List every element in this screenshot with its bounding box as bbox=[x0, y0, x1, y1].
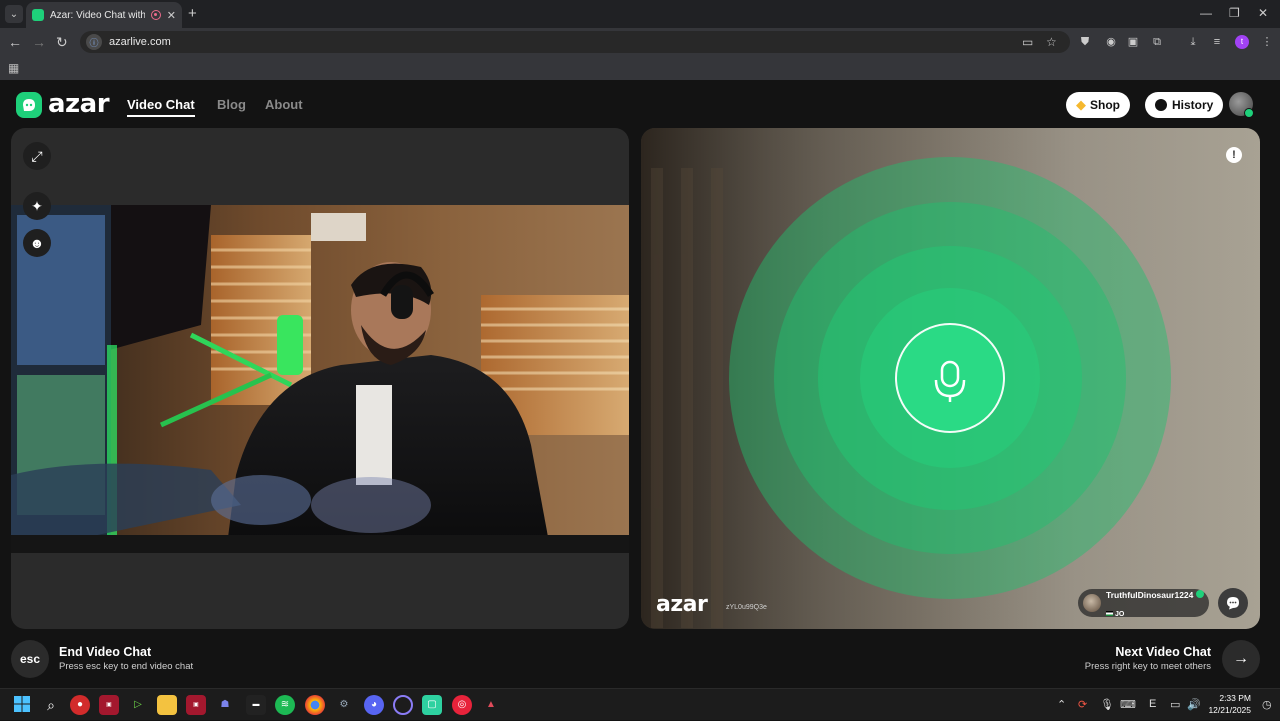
settings-gear-icon[interactable]: ⚙ bbox=[334, 695, 354, 715]
teams-icon[interactable]: ☗ bbox=[215, 695, 235, 715]
gem-icon: ◆ bbox=[1076, 97, 1086, 112]
extension-icon[interactable]: ◉ bbox=[1104, 35, 1118, 49]
downloads-icon[interactable]: ⤓ bbox=[1186, 35, 1200, 49]
address-bar[interactable]: ⓘ azarlive.com ▭ ☆ bbox=[80, 31, 1070, 53]
screen-capture-extension-icon[interactable]: ▣ bbox=[1126, 35, 1140, 49]
taskbar-date[interactable]: 12/21/2025 bbox=[1203, 705, 1251, 715]
room-code: zYL0u99Q3e bbox=[726, 604, 767, 611]
tray-language[interactable]: E bbox=[1149, 698, 1156, 710]
tray-notification-icon[interactable]: ◷ bbox=[1262, 698, 1272, 711]
history-label: History bbox=[1172, 98, 1214, 112]
close-tab-icon[interactable]: ✕ bbox=[167, 9, 176, 22]
shield-extension-icon[interactable]: ⛊ bbox=[1078, 35, 1092, 49]
cast-icon[interactable]: ▭ bbox=[1022, 35, 1033, 49]
tab-title: Azar: Video Chat with New bbox=[50, 9, 145, 21]
browser-toolbar: ← → ↻ ⓘ azarlive.com ▭ ☆ ⛊ ◉ ▣ ⧉ ⤓ ≡ ⋮ bbox=[0, 28, 1280, 56]
bookmarks-bar: ▦ bbox=[0, 56, 1280, 80]
minimize-icon[interactable]: — bbox=[1200, 6, 1212, 20]
partner-name: TruthfulDinosaur1224 bbox=[1106, 590, 1194, 600]
app-red-icon[interactable]: ● bbox=[70, 695, 90, 715]
recording-indicator-icon bbox=[150, 10, 161, 20]
browser-profile-avatar[interactable]: t bbox=[1235, 35, 1249, 49]
shop-label: Shop bbox=[1090, 98, 1120, 112]
bookmark-star-icon[interactable]: ☆ bbox=[1046, 35, 1057, 49]
url-text: azarlive.com bbox=[109, 36, 171, 48]
tray-mic-icon[interactable]: 🎙 bbox=[1100, 698, 1114, 711]
voice-waves-graphic bbox=[641, 128, 1260, 629]
back-icon[interactable]: ← bbox=[8, 34, 22, 50]
nav-about[interactable]: About bbox=[265, 97, 303, 112]
app-opera-icon[interactable]: ◎ bbox=[452, 695, 472, 715]
tray-overflow-icon[interactable]: ⌃ bbox=[1057, 698, 1066, 711]
tab-search-icon[interactable]: ⌄ bbox=[5, 5, 23, 23]
nav-video-chat[interactable]: Video Chat bbox=[127, 97, 195, 117]
end-video-chat-title: End Video Chat bbox=[59, 645, 152, 659]
app-stream-2-icon[interactable]: ▣ bbox=[186, 695, 206, 715]
browser-tab-strip: ⌄ Azar: Video Chat with New ✕ + — ❐ ✕ bbox=[0, 0, 1280, 28]
partner-avatar bbox=[1083, 594, 1101, 612]
clock-icon bbox=[1155, 99, 1167, 111]
end-video-chat-hint: Press esc key to end video chat bbox=[59, 661, 194, 672]
browser-tab-active[interactable]: Azar: Video Chat with New ✕ bbox=[26, 2, 182, 28]
filter-face-icon[interactable]: ☻ bbox=[23, 229, 51, 257]
partner-profile-chip[interactable]: TruthfulDinosaur1224 JO bbox=[1078, 589, 1209, 618]
discord-icon[interactable]: ◕ bbox=[364, 695, 384, 715]
arrow-right-icon: → bbox=[1233, 650, 1249, 667]
chat-bubble-button[interactable] bbox=[1218, 588, 1248, 618]
history-button[interactable]: History bbox=[1145, 92, 1224, 118]
partner-country: JO bbox=[1115, 611, 1125, 618]
site-info-icon[interactable]: ⓘ bbox=[86, 34, 102, 50]
app-ring-icon[interactable] bbox=[393, 695, 413, 715]
local-camera-feed bbox=[11, 205, 629, 553]
taskbar-time[interactable]: 2:33 PM bbox=[1213, 693, 1251, 703]
app-triangle-icon[interactable]: ▲ bbox=[481, 695, 501, 715]
forward-icon[interactable]: → bbox=[32, 34, 46, 50]
nav-blog[interactable]: Blog bbox=[217, 97, 246, 112]
new-tab-icon[interactable]: + bbox=[188, 5, 197, 22]
reload-icon[interactable]: ↻ bbox=[56, 34, 68, 51]
verified-shield-icon bbox=[1196, 590, 1205, 598]
close-window-icon[interactable]: ✕ bbox=[1258, 6, 1268, 20]
remote-video-panel: ! azar zYL0u99Q3e TruthfulDinosaur1224 J… bbox=[641, 128, 1260, 629]
country-flag-icon bbox=[1106, 611, 1113, 616]
tray-keyboard-icon[interactable]: ⌨ bbox=[1120, 698, 1136, 711]
shop-button[interactable]: ◆ Shop bbox=[1066, 92, 1130, 118]
expand-icon[interactable]: ⤢ bbox=[23, 142, 51, 170]
spotify-icon[interactable]: ≋ bbox=[275, 695, 295, 715]
chrome-icon[interactable] bbox=[305, 695, 325, 715]
next-video-chat-hint: Press right key to meet others bbox=[1084, 661, 1211, 672]
tray-network-icon[interactable]: ▭ bbox=[1170, 698, 1180, 711]
maximize-icon[interactable]: ❐ bbox=[1229, 6, 1240, 20]
report-alert-icon[interactable]: ! bbox=[1226, 147, 1242, 163]
camera-scene-image bbox=[11, 205, 629, 553]
file-explorer-icon[interactable] bbox=[157, 695, 177, 715]
reading-list-icon[interactable]: ≡ bbox=[1210, 35, 1224, 49]
windows-start-icon[interactable] bbox=[12, 695, 32, 715]
effects-sparkle-icon[interactable]: ✦ bbox=[23, 192, 51, 220]
site-header: azar Video Chat Blog About ◆ Shop Histor… bbox=[0, 80, 1280, 128]
app-green-icon[interactable]: ▢ bbox=[422, 695, 442, 715]
azar-favicon-icon bbox=[32, 9, 44, 21]
user-status-badge bbox=[1244, 108, 1254, 118]
local-video-panel: ⤢ ✦ ☻ bbox=[11, 128, 629, 629]
app-stream-icon[interactable]: ▣ bbox=[99, 695, 119, 715]
tray-sync-icon[interactable]: ⟳ bbox=[1078, 698, 1087, 711]
tray-volume-icon[interactable]: 🔊 bbox=[1187, 698, 1201, 711]
next-video-chat-button[interactable]: → bbox=[1222, 640, 1260, 678]
chat-bubble-icon bbox=[1227, 597, 1239, 610]
extensions-puzzle-icon[interactable]: ⧉ bbox=[1150, 35, 1164, 49]
next-video-chat-title: Next Video Chat bbox=[1115, 645, 1211, 659]
end-video-chat-button[interactable]: esc bbox=[11, 640, 49, 678]
search-icon[interactable]: ⌕ bbox=[41, 695, 61, 715]
windows-taskbar: ⌕ ● ▣ ▷ ▣ ☗ ▬ ≋ ⚙ ◕ ▢ ◎ ▲ ⌃ ⟳ 🎙 ⌨ E ▭ 🔊 … bbox=[0, 688, 1280, 720]
apps-grid-icon[interactable]: ▦ bbox=[8, 61, 19, 75]
azar-watermark: azar bbox=[656, 592, 708, 617]
azar-logo-wordmark[interactable]: azar bbox=[48, 89, 110, 119]
azar-logo-icon[interactable] bbox=[16, 92, 42, 118]
terminal-icon[interactable]: ▬ bbox=[246, 695, 266, 715]
more-menu-icon[interactable]: ⋮ bbox=[1260, 35, 1274, 49]
app-play-icon[interactable]: ▷ bbox=[128, 695, 148, 715]
